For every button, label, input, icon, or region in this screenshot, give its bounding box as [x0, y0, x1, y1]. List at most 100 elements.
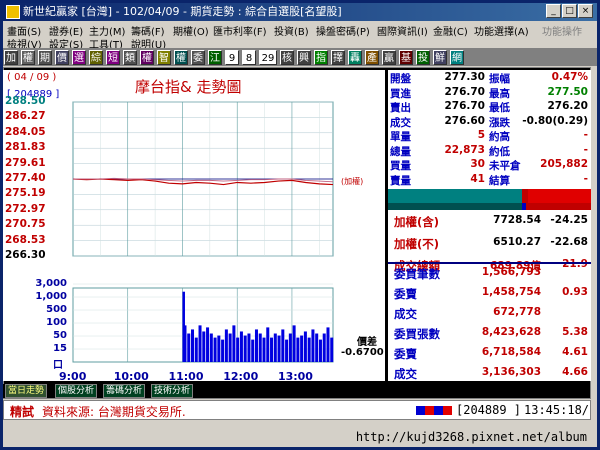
quote-value: -0.80(0.29) [522, 114, 588, 127]
toolbar-button[interactable]: 擇 [331, 49, 345, 65]
volume-bar [209, 333, 213, 362]
menu-options[interactable]: 期權(O) [173, 23, 209, 38]
toolbar-button[interactable]: 興 [297, 49, 311, 65]
menu-finance[interactable]: 金融(C) [433, 23, 468, 38]
volume-bar [243, 335, 247, 362]
quote-value: 276.70 [444, 85, 485, 98]
toolbar-button[interactable]: 期 [38, 49, 52, 65]
volume-bar [228, 333, 232, 362]
status-bar: 精試 資料來源: 台灣期貨交易所. [204889 ] 13:45:18/ [3, 400, 591, 420]
volume-bar [285, 339, 289, 362]
toolbar-button[interactable]: 8 [242, 49, 256, 65]
menu-functions[interactable]: 功能選擇(A) [474, 23, 529, 38]
toolbar-button[interactable]: 產 [365, 49, 379, 65]
toolbar-button[interactable]: 權 [140, 49, 154, 65]
index-label: 加權(不) [394, 237, 440, 251]
volume-bar [239, 331, 243, 362]
order-value: 8,423,628 [481, 326, 541, 338]
price-tick-label: 268.53 [5, 233, 46, 246]
menu-bar: 畫面(S) 證券(E) 主力(M) 籌碼(F) 期權(O) 匯市利率(F) 投資… [3, 21, 597, 51]
quote-value: 277.30 [444, 71, 485, 83]
toolbar-button[interactable]: 贏 [382, 49, 396, 65]
toolbar-button[interactable]: 權 [21, 49, 35, 65]
menu-forex[interactable]: 匯市利率(F) [213, 23, 267, 38]
toolbar-button[interactable]: 投 [416, 49, 430, 65]
order-label: 成交 [394, 367, 417, 381]
tab-intraday[interactable]: 當日走勢 [5, 384, 48, 398]
time-tick-label: 9:00 [59, 370, 87, 383]
volume-bar [258, 333, 262, 362]
price-tick-label: 277.40 [5, 172, 46, 184]
close-button[interactable]: × [578, 4, 593, 18]
toolbar: 加權期價選綜短類權智權委江 9 8 29 核興指擇轟產贏基投鮮網 [3, 48, 597, 66]
maximize-button[interactable]: □ [562, 4, 577, 18]
index-change: 21.9 [562, 258, 588, 270]
quote-value: 22,873 [444, 143, 485, 156]
quote-value: - [583, 172, 588, 185]
title-bar: 新世紀贏家 [台灣] - 102/04/09 - 期貨走勢 : 綜合自選股[名望… [3, 3, 597, 21]
status-code: [204889 ] [456, 403, 522, 417]
price-tick-label: 288.50 [5, 95, 46, 107]
watermark-url: http://kujd3268.pixnet.net/album [3, 427, 591, 447]
toolbar-button[interactable]: 短 [106, 49, 120, 65]
volume-bar [288, 333, 292, 362]
toolbar-button[interactable]: 鮮 [433, 49, 447, 65]
volume-bar [187, 333, 191, 362]
toolbar-button[interactable]: 綜 [89, 49, 103, 65]
quote-label: 成交 [390, 116, 411, 129]
quote-value: 205,882 [540, 158, 588, 170]
toolbar-button[interactable]: 29 [259, 49, 277, 65]
toolbar-button[interactable]: 類 [123, 49, 137, 65]
tab-chip-analysis[interactable]: 籌碼分析 [103, 384, 146, 398]
volume-bar [247, 333, 251, 362]
quote-value: 276.70 [444, 100, 485, 112]
menu-function-ops[interactable]: 功能操作 [542, 23, 582, 38]
toolbar-button[interactable]: 核 [280, 49, 294, 65]
index-change: -22.68 [550, 236, 588, 248]
menu-trading-code[interactable]: 操盤密碼(P) [316, 23, 370, 38]
volume-bar [254, 329, 258, 362]
minimize-button[interactable]: _ [546, 4, 561, 18]
menu-invest[interactable]: 投資(B) [274, 23, 309, 38]
toolbar-button[interactable]: 委 [191, 49, 205, 65]
toolbar-button[interactable]: 加 [4, 49, 18, 65]
quote-label: 約低 [489, 145, 510, 158]
quote-value: - [583, 143, 588, 156]
app-icon [6, 5, 20, 19]
quote-value: 41 [470, 172, 485, 185]
time-tick-label: 12:00 [223, 370, 259, 383]
volume-bar [236, 337, 240, 362]
volume-bar [198, 325, 202, 362]
status-indicator-icon [416, 406, 452, 415]
time-tick-label: 10:00 [113, 370, 149, 383]
toolbar-button[interactable]: 選 [72, 49, 86, 65]
status-time: 13:45:18/ [524, 403, 590, 417]
menu-international[interactable]: 國際資訊(I) [377, 23, 428, 38]
tab-technical-analysis[interactable]: 技術分析 [151, 384, 194, 398]
toolbar-button[interactable]: 網 [450, 49, 464, 65]
volume-bar [183, 325, 187, 362]
volume-tick-label: 1,000 [35, 291, 67, 302]
quote-panel: 開盤 277.30 振幅 0.47% 買進 276.70 最高 277.50 賣出 276.70 最… [388, 70, 591, 381]
toolbar-button[interactable]: 智 [157, 49, 171, 65]
volume-bar [311, 329, 315, 362]
quote-label: 總量 [390, 145, 411, 158]
toolbar-button[interactable]: 轟 [348, 49, 362, 65]
toolbar-button[interactable]: 價 [55, 49, 69, 65]
order-value: 672,778 [493, 306, 541, 318]
tab-stock-analysis[interactable]: 個股分析 [55, 384, 98, 398]
volume-tick-label: 100 [46, 317, 67, 328]
volume-bar [262, 337, 266, 362]
volume-bar [303, 331, 307, 362]
time-tick-label: 11:00 [168, 370, 204, 383]
toolbar-button[interactable]: 江 [208, 49, 222, 65]
quote-label: 約高 [489, 131, 510, 143]
toolbar-button[interactable]: 權 [174, 49, 188, 65]
volume-bar [292, 325, 296, 362]
toolbar-button[interactable]: 指 [314, 49, 328, 65]
order-label: 成交 [394, 307, 417, 321]
toolbar-button[interactable]: 基 [399, 49, 413, 65]
quote-value: 30 [470, 158, 485, 170]
volume-bar [202, 331, 206, 362]
toolbar-button[interactable]: 9 [225, 49, 239, 65]
